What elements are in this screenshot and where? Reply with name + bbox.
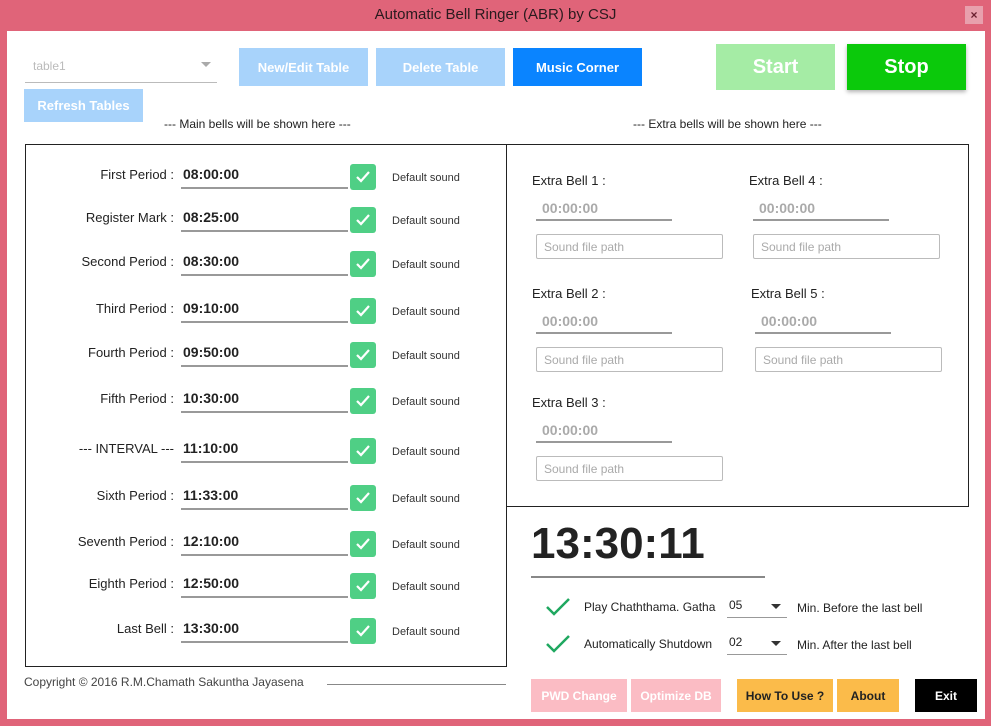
exit-button[interactable]: Exit (915, 679, 977, 712)
bell-label: Fifth Period : (100, 391, 174, 406)
main-bells-panel: First Period : 08:00:00 Default sound Regis… (25, 144, 507, 667)
gatha-label: Play Chaththama. Gatha (584, 600, 716, 614)
sound-toggle-check-icon[interactable] (350, 207, 376, 233)
chevron-down-icon (771, 641, 781, 646)
shutdown-label: Automatically Shutdown (584, 637, 713, 651)
gatha-minutes-value: 05 (729, 598, 743, 612)
main-bells-header: --- Main bells will be shown here --- (164, 117, 351, 131)
bell-sound-label: Default sound (392, 215, 460, 227)
bell-sound-label: Default sound (392, 350, 460, 362)
copyright-text: Copyright © 2016 R.M.Chamath Sakuntha Ja… (24, 675, 304, 689)
extra-bell-time-input[interactable]: 00:00:00 (536, 310, 672, 334)
shutdown-minutes-select[interactable]: 02 (727, 631, 787, 655)
optimize-db-button[interactable]: Optimize DB (631, 679, 721, 712)
bell-time-input[interactable]: 11:33:00 (181, 484, 348, 510)
start-button[interactable]: Start (716, 44, 835, 90)
bell-time-input[interactable]: 11:10:00 (181, 437, 348, 463)
sound-toggle-check-icon[interactable] (350, 485, 376, 511)
table-select[interactable]: table1 (25, 51, 217, 83)
sound-file-path-input[interactable]: Sound file path (755, 347, 942, 372)
bell-sound-label: Default sound (392, 581, 460, 593)
main-window: table1 New/Edit Table Delete Table Music… (7, 31, 985, 719)
extra-bell-time-input[interactable]: 00:00:00 (536, 419, 672, 443)
new-edit-table-button[interactable]: New/Edit Table (239, 48, 368, 86)
shutdown-suffix: Min. After the last bell (797, 638, 912, 652)
extra-bell-time-input[interactable]: 00:00:00 (755, 310, 891, 334)
bell-label: Seventh Period : (77, 534, 174, 549)
about-button[interactable]: About (837, 679, 899, 712)
extra-bell-label: Extra Bell 1 : (532, 173, 606, 188)
gatha-check-icon[interactable] (545, 596, 571, 623)
clock-display: 13:30:11 (531, 519, 705, 568)
bell-sound-label: Default sound (392, 172, 460, 184)
bell-label: Last Bell : (116, 621, 174, 636)
shutdown-check-icon[interactable] (545, 633, 571, 660)
bell-label: Eighth Period : (88, 576, 174, 591)
extra-bell-time-input[interactable]: 00:00:00 (753, 197, 889, 221)
bell-label: Sixth Period : (96, 488, 174, 503)
bell-sound-label: Default sound (392, 626, 460, 638)
bell-time-input[interactable]: 13:30:00 (181, 617, 348, 643)
extra-bell-label: Extra Bell 4 : (749, 173, 823, 188)
extra-bells-header: --- Extra bells will be shown here --- (633, 117, 822, 131)
table-select-value: table1 (33, 59, 66, 73)
bell-sound-label: Default sound (392, 306, 460, 318)
how-to-use-button[interactable]: How To Use ? (737, 679, 833, 712)
delete-table-button[interactable]: Delete Table (376, 48, 505, 86)
bell-time-input[interactable]: 08:00:00 (181, 163, 348, 189)
bell-label: Register Mark : (85, 210, 174, 225)
music-corner-button[interactable]: Music Corner (513, 48, 642, 86)
bell-sound-label: Default sound (392, 493, 460, 505)
extra-bell-label: Extra Bell 5 : (751, 286, 825, 301)
bell-time-input[interactable]: 08:30:00 (181, 250, 348, 276)
extra-bell-label: Extra Bell 3 : (532, 395, 606, 410)
bell-time-input[interactable]: 08:25:00 (181, 206, 348, 232)
shutdown-minutes-value: 02 (729, 635, 743, 649)
extra-bell-label: Extra Bell 2 : (532, 286, 606, 301)
extra-bell-time-input[interactable]: 00:00:00 (536, 197, 672, 221)
bell-sound-label: Default sound (392, 539, 460, 551)
bell-time-input[interactable]: 12:50:00 (181, 572, 348, 598)
refresh-tables-button[interactable]: Refresh Tables (24, 89, 143, 122)
sound-toggle-check-icon[interactable] (350, 298, 376, 324)
sound-file-path-input[interactable]: Sound file path (753, 234, 940, 259)
bell-time-input[interactable]: 12:10:00 (181, 530, 348, 556)
title-bar: Automatic Bell Ringer (ABR) by CSJ × (0, 0, 991, 31)
sound-toggle-check-icon[interactable] (350, 438, 376, 464)
sound-toggle-check-icon[interactable] (350, 531, 376, 557)
bell-sound-label: Default sound (392, 396, 460, 408)
chevron-down-icon (771, 604, 781, 609)
sound-file-path-input[interactable]: Sound file path (536, 234, 723, 259)
bell-sound-label: Default sound (392, 446, 460, 458)
gatha-suffix: Min. Before the last bell (797, 601, 923, 615)
close-button[interactable]: × (965, 6, 983, 24)
sound-file-path-input[interactable]: Sound file path (536, 347, 723, 372)
sound-toggle-check-icon[interactable] (350, 164, 376, 190)
sound-toggle-check-icon[interactable] (350, 573, 376, 599)
sound-file-path-input[interactable]: Sound file path (536, 456, 723, 481)
bell-time-input[interactable]: 10:30:00 (181, 387, 348, 413)
footer-divider (327, 684, 506, 685)
bell-time-input[interactable]: 09:10:00 (181, 297, 348, 323)
pwd-change-button[interactable]: PWD Change (531, 679, 627, 712)
bell-time-input[interactable]: 09:50:00 (181, 341, 348, 367)
bell-sound-label: Default sound (392, 259, 460, 271)
window-title: Automatic Bell Ringer (ABR) by CSJ (374, 6, 617, 23)
sound-toggle-check-icon[interactable] (350, 388, 376, 414)
bell-label: --- INTERVAL --- (78, 441, 174, 456)
bell-label: Third Period : (95, 301, 174, 316)
bell-label: Fourth Period : (88, 345, 174, 360)
bell-label: Second Period : (81, 254, 174, 269)
sound-toggle-check-icon[interactable] (350, 251, 376, 277)
sound-toggle-check-icon[interactable] (350, 618, 376, 644)
extra-bells-panel: Extra Bell 1 : 00:00:00 Sound file path Ext… (506, 144, 969, 507)
stop-button[interactable]: Stop (847, 44, 966, 90)
bell-label: First Period : (100, 167, 174, 182)
chevron-down-icon (201, 62, 211, 67)
gatha-minutes-select[interactable]: 05 (727, 594, 787, 618)
sound-toggle-check-icon[interactable] (350, 342, 376, 368)
clock-underline (531, 576, 765, 578)
